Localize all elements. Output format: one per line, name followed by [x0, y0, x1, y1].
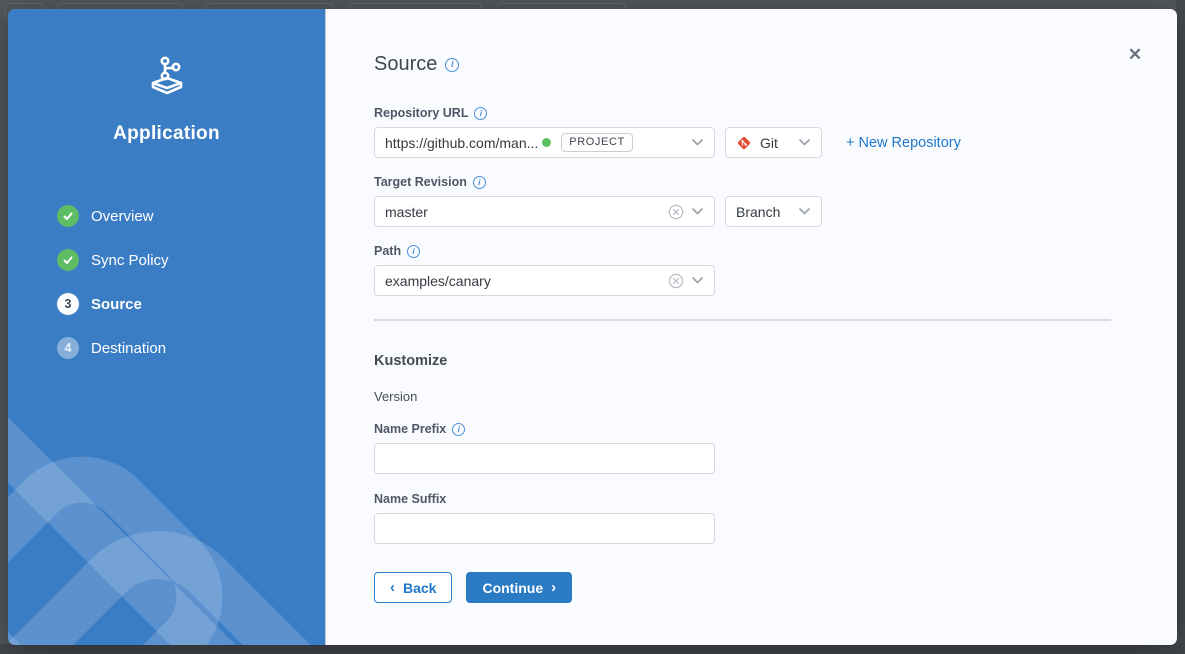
- close-icon[interactable]: ✕: [1125, 45, 1145, 65]
- revision-type-value: Branch: [736, 204, 780, 220]
- step-sync-policy[interactable]: Sync Policy: [57, 238, 325, 282]
- step-number-badge: 4: [57, 337, 79, 359]
- name-suffix-input[interactable]: [374, 513, 715, 544]
- connection-status-dot: [542, 138, 551, 147]
- chevron-down-icon: [692, 139, 704, 146]
- back-button[interactable]: ‹ Back: [374, 572, 452, 603]
- section-divider: [374, 319, 1111, 321]
- repository-url-label: Repository URL: [374, 106, 468, 120]
- kustomize-heading: Kustomize: [374, 353, 1141, 369]
- name-suffix-value[interactable]: [385, 521, 704, 537]
- repository-url-value: https://github.com/man...: [385, 135, 538, 151]
- step-label: Source: [91, 296, 142, 313]
- target-revision-input[interactable]: [374, 196, 715, 227]
- project-badge: PROJECT: [561, 133, 633, 152]
- name-prefix-value[interactable]: [385, 451, 704, 467]
- name-prefix-label: Name Prefix: [374, 422, 446, 436]
- info-icon: i: [473, 176, 486, 189]
- step-label: Destination: [91, 340, 166, 357]
- path-label: Path: [374, 244, 401, 258]
- application-box-branch-icon: [8, 55, 325, 97]
- back-button-label: Back: [403, 580, 436, 596]
- clear-icon[interactable]: [668, 273, 684, 289]
- path-value[interactable]: [385, 273, 660, 289]
- wizard-steps: Overview Sync Policy 3 Source 4 Destinat…: [57, 194, 325, 370]
- continue-button[interactable]: Continue ›: [466, 572, 572, 603]
- info-icon: i: [445, 58, 459, 72]
- name-suffix-label: Name Suffix: [374, 492, 446, 506]
- page-title: Source: [374, 53, 437, 76]
- step-label: Overview: [91, 208, 154, 225]
- step-label: Sync Policy: [91, 252, 169, 269]
- repository-url-dropdown[interactable]: https://github.com/man... PROJECT: [374, 127, 715, 158]
- wizard-title: Application: [8, 123, 325, 145]
- target-revision-value[interactable]: [385, 204, 660, 220]
- chevron-down-icon[interactable]: [692, 208, 704, 215]
- step-source[interactable]: 3 Source: [57, 282, 325, 326]
- background-overlay-right: [1176, 0, 1185, 654]
- git-icon: [736, 135, 752, 151]
- info-icon: i: [407, 245, 420, 258]
- wizard-sidebar: Application Overview Sync Policy 3 Sourc…: [8, 9, 325, 645]
- continue-button-label: Continue: [482, 580, 543, 596]
- path-input[interactable]: [374, 265, 715, 296]
- new-repository-link[interactable]: + New Repository: [846, 135, 961, 151]
- application-wizard-modal: Application Overview Sync Policy 3 Sourc…: [8, 9, 1177, 645]
- check-icon: [57, 205, 79, 227]
- step-number-badge: 3: [57, 293, 79, 315]
- name-prefix-input[interactable]: [374, 443, 715, 474]
- version-label: Version: [374, 389, 417, 404]
- chevron-down-icon[interactable]: [692, 277, 704, 284]
- clear-icon[interactable]: [668, 204, 684, 220]
- background-overlay-bottom: [0, 644, 1185, 654]
- info-icon: i: [452, 423, 465, 436]
- chevron-down-icon: [799, 139, 811, 146]
- repo-type-select[interactable]: Git: [725, 127, 822, 158]
- step-destination[interactable]: 4 Destination: [57, 326, 325, 370]
- revision-type-select[interactable]: Branch: [725, 196, 822, 227]
- chevron-right-icon: ›: [551, 580, 556, 595]
- chevron-left-icon: ‹: [390, 580, 395, 595]
- check-icon: [57, 249, 79, 271]
- info-icon: i: [474, 107, 487, 120]
- step-overview[interactable]: Overview: [57, 194, 325, 238]
- chevron-down-icon: [799, 208, 811, 215]
- repo-type-value: Git: [760, 135, 778, 151]
- source-form-panel: ✕ Source i Repository URL i https://gith…: [325, 9, 1177, 645]
- target-revision-label: Target Revision: [374, 175, 467, 189]
